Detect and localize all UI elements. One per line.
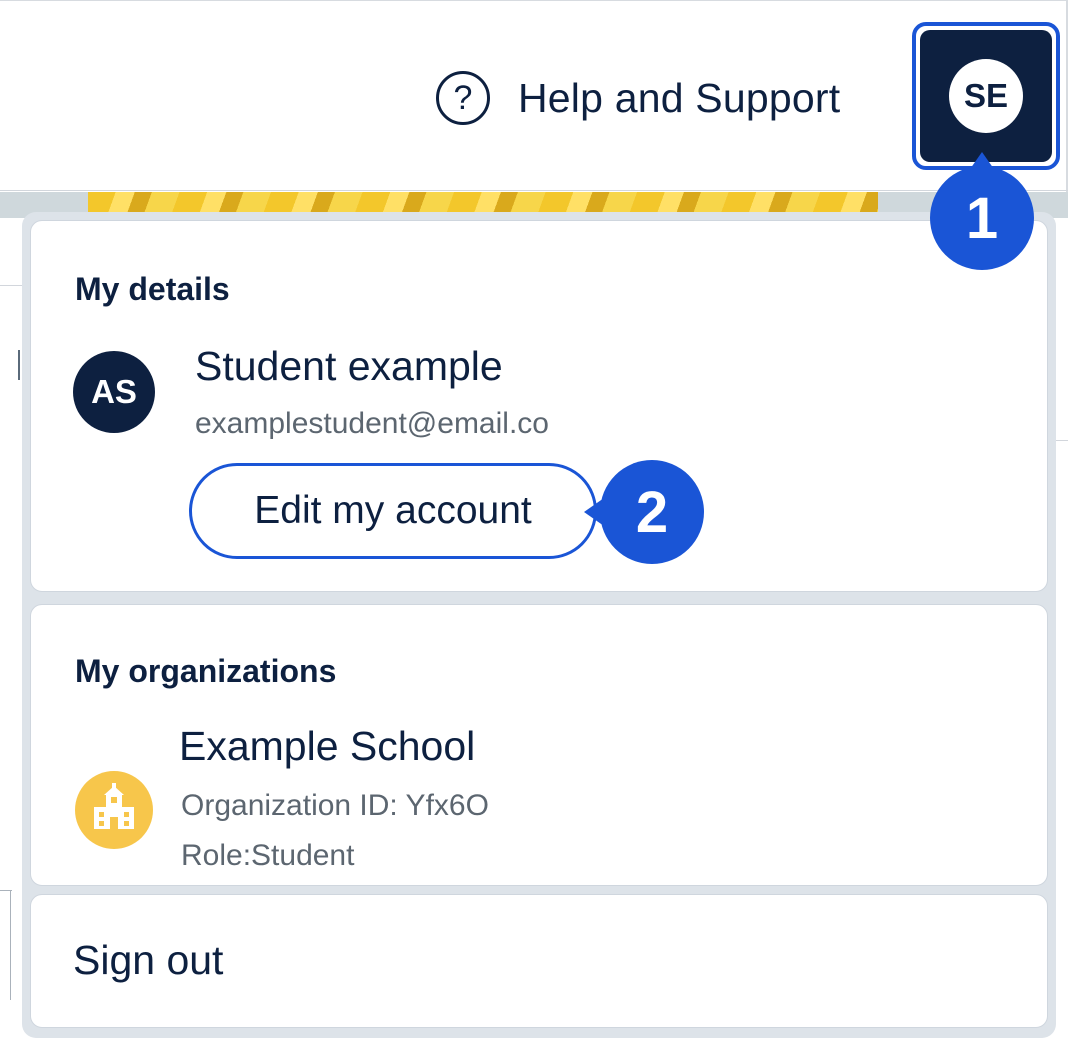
school-building-icon bbox=[75, 771, 153, 849]
user-email: examplestudent@email.co bbox=[195, 407, 549, 440]
sign-out-button[interactable]: Sign out bbox=[73, 937, 223, 984]
step-callout-2: 2 bbox=[584, 460, 704, 564]
edit-my-account-button[interactable]: Edit my account bbox=[189, 463, 597, 559]
help-and-support-label: Help and Support bbox=[518, 74, 841, 121]
help-and-support-link[interactable]: ? Help and Support bbox=[436, 71, 841, 125]
header-divider bbox=[0, 190, 1068, 191]
account-menu-button[interactable]: SE bbox=[912, 22, 1060, 170]
organization-id: Organization ID: Yfx6O bbox=[181, 789, 489, 822]
user-avatar: AS bbox=[73, 351, 155, 433]
organization-role: Role:Student bbox=[181, 839, 355, 872]
account-dropdown-menu: My details AS Student example examplestu… bbox=[22, 212, 1056, 1038]
account-menu-button-background: SE bbox=[920, 30, 1052, 162]
user-name: Student example bbox=[195, 343, 503, 389]
banner-pattern bbox=[88, 192, 878, 214]
user-avatar-initials: SE bbox=[949, 59, 1023, 133]
page-top-border bbox=[0, 0, 1068, 6]
my-details-heading: My details bbox=[75, 271, 230, 307]
organization-name: Example School bbox=[179, 723, 476, 769]
sign-out-section: Sign out bbox=[30, 894, 1048, 1028]
background-panel-edge bbox=[10, 890, 11, 1000]
my-details-section: My details AS Student example examplestu… bbox=[30, 220, 1048, 592]
my-organizations-section: My organizations Example School Organiza… bbox=[30, 604, 1048, 886]
question-circle-icon: ? bbox=[436, 71, 490, 125]
my-organizations-heading: My organizations bbox=[75, 653, 337, 689]
step-callout-1: 1 bbox=[930, 152, 1034, 270]
